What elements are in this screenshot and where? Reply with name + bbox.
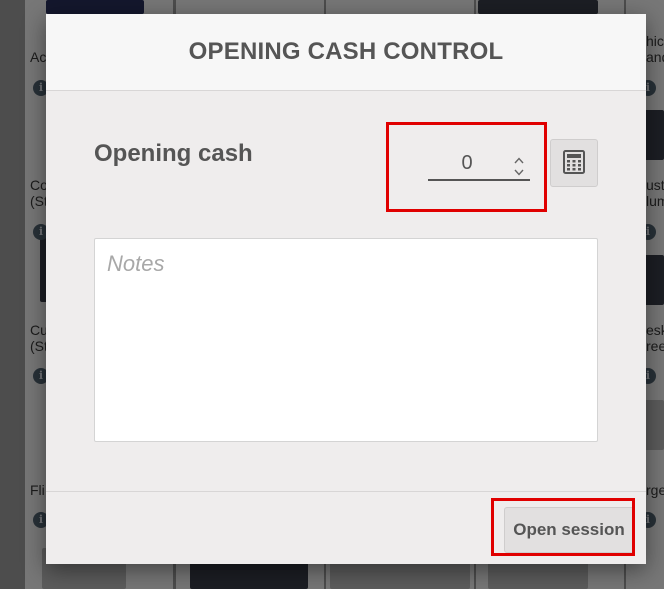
dialog-header: OPENING CASH CONTROL (46, 14, 646, 91)
dialog-footer: Open session (46, 491, 646, 564)
calculator-button[interactable] (550, 139, 598, 187)
opening-cash-field (428, 137, 530, 187)
opening-cash-label: Opening cash (94, 140, 253, 167)
open-session-button[interactable]: Open session (504, 507, 634, 553)
dialog-title: OPENING CASH CONTROL (188, 38, 504, 65)
chevron-up-icon[interactable] (512, 155, 526, 165)
opening-cash-dialog: OPENING CASH CONTROL Opening cash 0 Note… (46, 14, 646, 564)
calculator-icon (563, 149, 585, 177)
notes-textarea[interactable] (94, 238, 598, 442)
dialog-body: Opening cash (46, 91, 646, 491)
chevron-down-icon[interactable] (512, 167, 526, 177)
number-stepper[interactable] (512, 155, 526, 177)
